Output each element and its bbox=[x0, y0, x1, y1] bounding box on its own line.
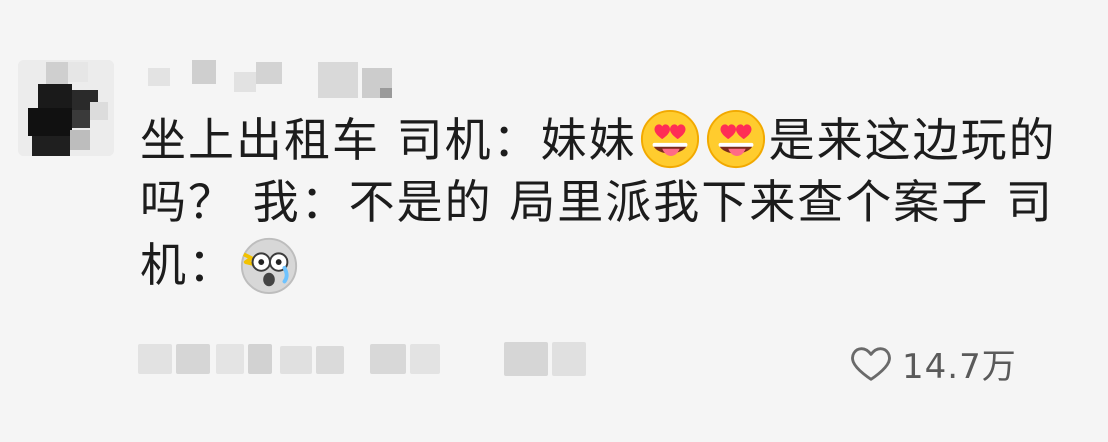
comment-text-line-1b: 是来这边玩的 bbox=[768, 113, 1057, 167]
like-button[interactable]: 14.7万 bbox=[848, 338, 1017, 388]
heart-outline-icon bbox=[851, 347, 891, 381]
avatar[interactable] bbox=[18, 60, 114, 156]
heart-eyes-tongue-icon bbox=[640, 109, 699, 169]
shocked-face-icon bbox=[240, 237, 298, 295]
comment-text-line-2: 吗？ 我：不是的 局里派我下来查个案子 司 bbox=[140, 175, 1054, 229]
comment-text: 坐上出租车 司机：妹妹 是来这边玩的 吗？ 我：不是的 局里派我下来查个案子 司… bbox=[140, 108, 1100, 296]
comment-text-line-1a: 坐上出租车 司机：妹妹 bbox=[140, 113, 637, 167]
comment-text-line-3: 机： bbox=[140, 238, 236, 292]
comment-meta-censored bbox=[138, 336, 598, 386]
like-count: 14.7万 bbox=[902, 346, 1017, 387]
comment-card: 坐上出租车 司机：妹妹 是来这边玩的 吗？ 我：不是的 局里派我下来查个案子 司… bbox=[0, 0, 1108, 442]
username-censored[interactable] bbox=[148, 58, 408, 108]
heart-eyes-tongue-icon bbox=[706, 109, 765, 169]
